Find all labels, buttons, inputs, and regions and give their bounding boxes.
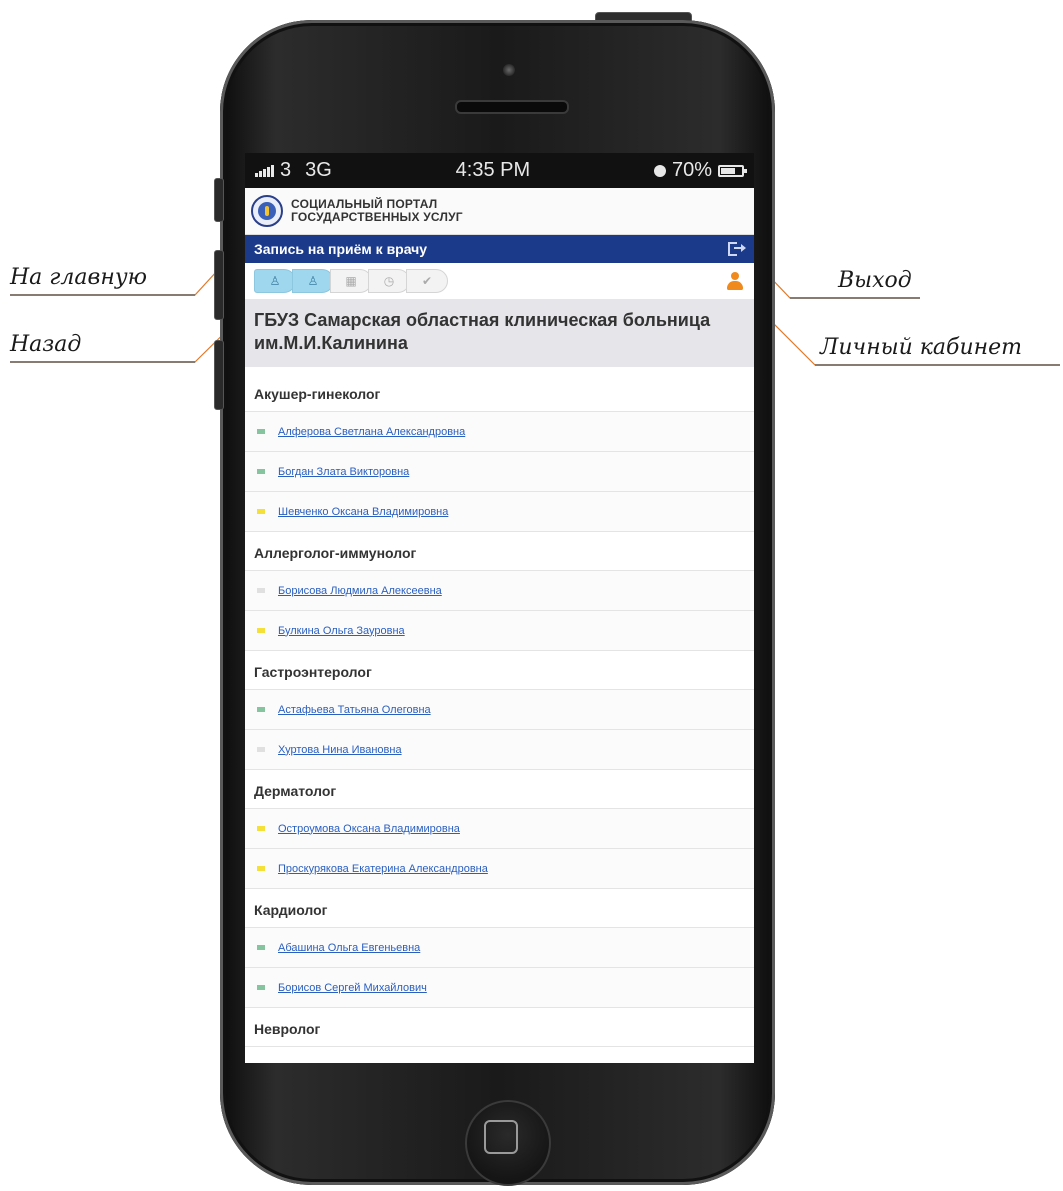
specialty-heading: Дерматолог — [245, 770, 754, 809]
portal-title[interactable]: СОЦИАЛЬНЫЙ ПОРТАЛ ГОСУДАРСТВЕННЫХ УСЛУГ — [291, 198, 463, 224]
availability-marker — [257, 628, 265, 633]
hospital-name: ГБУЗ Самарская областная клиническая бол… — [245, 299, 754, 367]
availability-marker — [257, 588, 265, 593]
availability-marker — [257, 469, 265, 474]
volume-down-button — [214, 340, 224, 410]
carrier-label: 3 — [280, 159, 292, 181]
specialty-heading: Акушер-гинеколог — [245, 373, 754, 412]
front-camera — [503, 64, 515, 76]
doctor-row: Алферова Светлана Александровна — [245, 412, 754, 452]
rotation-lock-icon — [653, 164, 666, 177]
doctor-link[interactable]: Абашина Ольга Евгеньевна — [278, 942, 420, 954]
availability-marker — [257, 945, 265, 950]
wizard-steps-row: ♙ ♙ ▦ ◷ ✔ — [245, 263, 754, 299]
doctor-link[interactable]: Борисова Людмила Алексеевна — [278, 585, 442, 597]
doctor-row: Булкина Ольга Зауровна — [245, 611, 754, 651]
wizard-steps: ♙ ♙ ▦ ◷ ✔ — [254, 269, 448, 293]
doctor-row: Борисова Людмила Алексеевна — [245, 571, 754, 611]
page-title: Запись на приём к врачу — [254, 241, 428, 257]
doctor-link[interactable]: Хуртова Нина Ивановна — [278, 744, 402, 756]
portal-title-line2: ГОСУДАРСТВЕННЫХ УСЛУГ — [291, 210, 463, 224]
battery-percent: 70% — [671, 159, 712, 181]
availability-marker — [257, 429, 265, 434]
mute-switch — [214, 178, 224, 222]
availability-marker — [257, 509, 265, 514]
portal-emblem-icon[interactable] — [251, 195, 283, 227]
status-bar: 3 3G 4:35 PM 70% — [245, 153, 754, 188]
doctor-row: Остроумова Оксана Владимировна — [245, 809, 754, 849]
annotation-cabinet: Личный кабинет — [820, 335, 1023, 360]
battery-icon — [717, 164, 747, 177]
confirm-step-icon: ✔ — [406, 269, 448, 293]
doctor-link[interactable]: Астафьева Татьяна Олеговна — [278, 704, 431, 716]
availability-marker — [257, 826, 265, 831]
exit-icon[interactable] — [728, 240, 746, 258]
specialty-heading: Гастроэнтеролог — [245, 651, 754, 690]
earpiece-speaker — [455, 100, 569, 114]
doctor-link[interactable]: Булкина Ольга Зауровна — [278, 625, 405, 637]
volume-up-button — [214, 250, 224, 320]
doctor-row: Шевченко Оксана Владимировна — [245, 492, 754, 532]
network-label: 3G — [305, 159, 332, 181]
doctor-row: Богдан Злата Викторовна — [245, 452, 754, 492]
calendar-step-icon: ▦ — [330, 269, 372, 293]
specialist-step-icon[interactable]: ♙ — [292, 269, 334, 293]
availability-marker — [257, 707, 265, 712]
specialty-list: Акушер-гинеколог Алферова Светлана Алекса… — [245, 367, 754, 1047]
specialty-heading: Аллерголог-иммунолог — [245, 532, 754, 571]
annotation-exit: Выход — [838, 268, 912, 293]
clock: 4:35 PM — [455, 159, 531, 181]
doctor-link[interactable]: Шевченко Оксана Владимировна — [278, 506, 448, 518]
portal-header: СОЦИАЛЬНЫЙ ПОРТАЛ ГОСУДАРСТВЕННЫХ УСЛУГ — [245, 188, 754, 235]
doctor-row: Борисов Сергей Михайлович — [245, 968, 754, 1008]
clock-step-icon: ◷ — [368, 269, 410, 293]
specialty-heading: Невролог — [245, 1008, 754, 1047]
doctor-step-icon[interactable]: ♙ — [254, 269, 296, 293]
doctor-link[interactable]: Алферова Светлана Александровна — [278, 426, 465, 438]
doctor-row: Проскурякова Екатерина Александровна — [245, 849, 754, 889]
personal-cabinet-icon[interactable] — [726, 272, 744, 290]
doctor-link[interactable]: Проскурякова Екатерина Александровна — [278, 863, 488, 875]
doctor-link[interactable]: Богдан Злата Викторовна — [278, 466, 409, 478]
annotation-home: На главную — [10, 265, 147, 290]
home-square-icon — [484, 1120, 518, 1154]
battery-fill — [720, 167, 735, 174]
availability-marker — [257, 985, 265, 990]
signal-strength-icon — [255, 164, 274, 177]
annotation-back: Назад — [10, 332, 82, 357]
phone-screen: 3 3G 4:35 PM 70% СОЦИАЛЬНЫЙ ПОРТАЛ ГОСУД… — [245, 153, 754, 1063]
specialty-heading: Кардиолог — [245, 889, 754, 928]
doctor-row: Хуртова Нина Ивановна — [245, 730, 754, 770]
availability-marker — [257, 866, 265, 871]
availability-marker — [257, 747, 265, 752]
doctor-link[interactable]: Остроумова Оксана Владимировна — [278, 823, 460, 835]
doctor-row: Астафьева Татьяна Олеговна — [245, 690, 754, 730]
doctor-link[interactable]: Борисов Сергей Михайлович — [278, 982, 427, 994]
doctor-row: Абашина Ольга Евгеньевна — [245, 928, 754, 968]
page-navbar: Запись на приём к врачу — [245, 235, 754, 263]
